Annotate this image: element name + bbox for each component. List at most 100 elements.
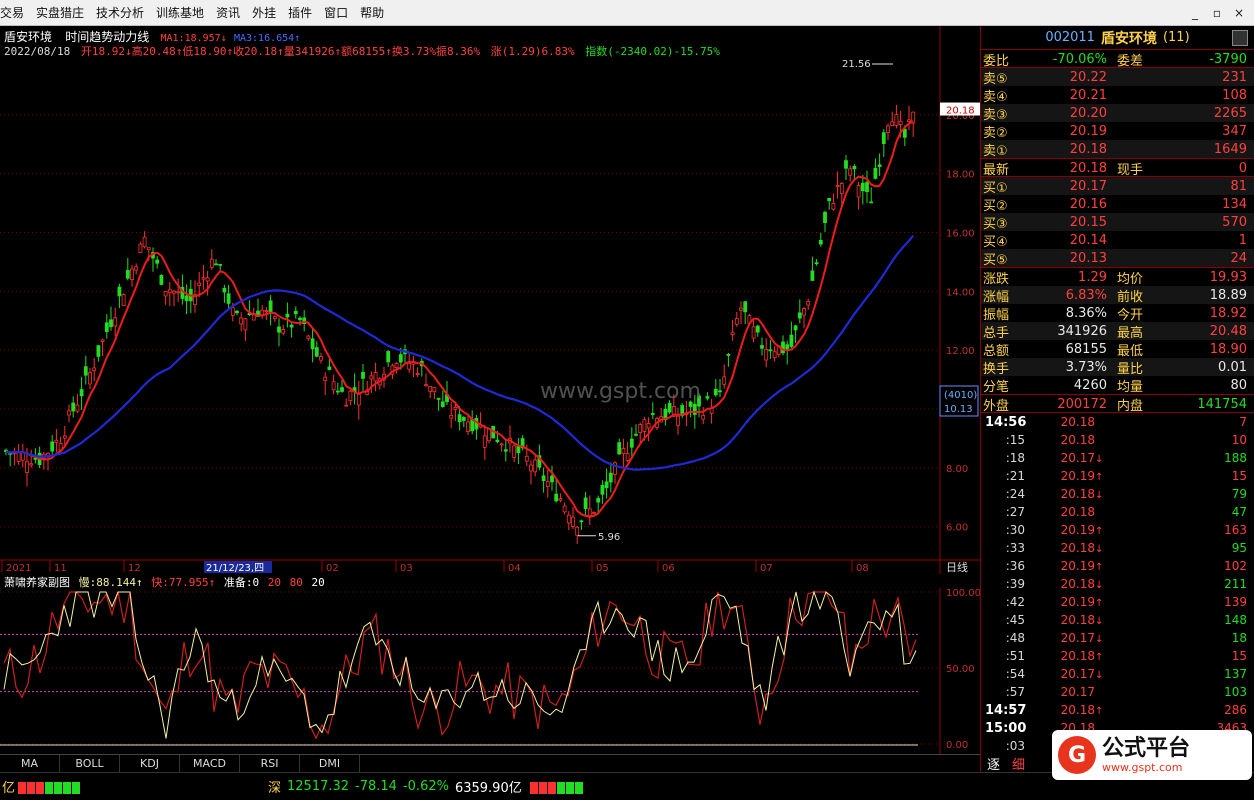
- sz-index-status[interactable]: 深 12517.32 -78.14 -0.62% 6359.90亿: [268, 777, 522, 796]
- tick-price: 20.18↓: [1029, 613, 1109, 627]
- candle-body: [562, 505, 567, 513]
- tick-volume: 286: [1224, 703, 1247, 717]
- candle-body: [130, 268, 134, 280]
- candle-body: [117, 286, 122, 297]
- candlestick-chart[interactable]: 20.0018.0016.0014.0012.0010.008.006.0021…: [0, 26, 980, 574]
- tick-direction-icon: ↑: [1095, 706, 1104, 717]
- menu-item[interactable]: 资讯: [210, 0, 246, 25]
- bid-level-row[interactable]: 买① 20.17 81: [981, 177, 1254, 196]
- candle-body: [340, 387, 344, 392]
- indicator-tab[interactable]: RSI: [240, 754, 300, 773]
- menu-item[interactable]: 训练基地: [150, 0, 210, 25]
- candle-body: [877, 164, 882, 168]
- tab-zhubi[interactable]: 逐: [981, 754, 1006, 773]
- tick-row: :33 20.18↓ 95: [981, 539, 1254, 557]
- breadth-bar: [556, 781, 565, 794]
- minimize-icon[interactable]: _: [1188, 6, 1202, 20]
- indicator-tab[interactable]: BOLL: [60, 754, 120, 773]
- candle-body: [281, 329, 286, 334]
- ask-level-row[interactable]: 卖③ 20.20 2265: [981, 104, 1254, 123]
- level-price: 20.14: [1069, 233, 1107, 248]
- tick-direction-icon: ↓: [1095, 544, 1104, 555]
- breadth-bar: [529, 781, 538, 794]
- panel-toggle-icon[interactable]: [1232, 30, 1248, 46]
- menu-item[interactable]: 技术分析: [90, 0, 150, 25]
- price-axis-label: 16.00: [946, 228, 975, 239]
- level-label: 买④: [983, 235, 1008, 250]
- indicator-tab[interactable]: KDJ: [120, 754, 180, 773]
- level-label: 买⑤: [983, 253, 1008, 268]
- stat-value: 8.36%: [1065, 306, 1107, 321]
- candle-body: [902, 128, 907, 138]
- candle-body: [50, 441, 55, 452]
- menu-item[interactable]: 交易: [0, 0, 30, 25]
- indicator-tab[interactable]: MACD: [180, 754, 240, 773]
- price-axis-label: 6.00: [946, 523, 968, 534]
- neipan-label: 内盘: [1117, 399, 1144, 414]
- breadth-bar: [574, 781, 583, 794]
- candle-body: [512, 445, 517, 458]
- candle-body: [75, 404, 80, 412]
- candle-body: [575, 526, 580, 536]
- restore-icon[interactable]: ▫: [1210, 6, 1224, 20]
- neipan-value: 141754: [1197, 397, 1247, 412]
- candle-body: [495, 439, 500, 443]
- candle-body: [734, 318, 739, 325]
- tick-price-value: 20.18: [1060, 487, 1095, 501]
- ask-level-row[interactable]: 卖② 20.19 347: [981, 122, 1254, 141]
- close-icon[interactable]: ×: [1232, 6, 1246, 20]
- indicator-tab[interactable]: MA: [0, 754, 60, 773]
- sub-axis-label: 0.00: [946, 740, 968, 751]
- tick-volume: 102: [1224, 559, 1247, 573]
- level-price: 20.19: [1069, 124, 1107, 139]
- tick-time: 14:56: [985, 414, 1027, 430]
- bid-level-row[interactable]: 买④ 20.14 1: [981, 231, 1254, 250]
- stat-label: 最低: [1117, 344, 1144, 359]
- index-label: 深: [268, 781, 282, 796]
- tick-row: :39 20.18↓ 211: [981, 575, 1254, 593]
- menu-item[interactable]: 外挂: [246, 0, 282, 25]
- stat-value: 68155: [1065, 342, 1107, 357]
- indicator-tab[interactable]: DMI: [300, 754, 360, 773]
- tick-row: :57 20.17 103: [981, 683, 1254, 701]
- candle-body: [369, 375, 374, 380]
- bid-level-row[interactable]: 买⑤ 20.13 24: [981, 249, 1254, 268]
- tick-price-value: 20.18: [1060, 415, 1095, 429]
- tab-mingxi[interactable]: 细: [1006, 754, 1031, 773]
- chart-area[interactable]: 盾安环境 时间趋势动力线 MA1:18.957↓ MA3:16.654↑ 202…: [0, 26, 980, 754]
- ask-level-row[interactable]: 卖④ 20.21 108: [981, 86, 1254, 105]
- menu-item[interactable]: 窗口: [318, 0, 354, 25]
- candle-body: [583, 497, 588, 510]
- level-volume: 81: [1230, 179, 1247, 194]
- candle-body: [713, 388, 718, 396]
- candle-body: [676, 415, 680, 426]
- stat-label: 均价: [1117, 272, 1144, 287]
- oscillator-chart[interactable]: 100.00 50.00 0.00: [0, 588, 980, 754]
- candle-body: [134, 266, 139, 271]
- candle-body: [629, 438, 634, 448]
- menu-item[interactable]: 实盘猎庄: [30, 0, 90, 25]
- candle-body: [856, 185, 861, 198]
- candle-body: [781, 341, 785, 354]
- menu-item[interactable]: 插件: [282, 0, 318, 25]
- bid-level-row[interactable]: 买② 20.16 134: [981, 195, 1254, 214]
- ask-level-row[interactable]: 卖① 20.18 1649: [981, 140, 1254, 159]
- candle-body: [730, 331, 735, 335]
- candle-body: [638, 424, 643, 433]
- candle-body: [243, 318, 248, 331]
- stat-value: 3.73%: [1065, 360, 1107, 375]
- bid-level-row[interactable]: 买③ 20.15 570: [981, 213, 1254, 232]
- menu-item[interactable]: 帮助: [354, 0, 390, 25]
- candle-body: [802, 308, 806, 316]
- level-label: 卖⑤: [983, 72, 1008, 87]
- xianshou-label: 现手: [1117, 163, 1144, 178]
- breadth-bar: [72, 781, 80, 794]
- candle-body: [499, 443, 504, 446]
- breadth-bar: [54, 781, 62, 794]
- candle-body: [92, 367, 97, 371]
- candle-body: [827, 197, 832, 202]
- candle-body: [571, 516, 575, 527]
- ask-level-row[interactable]: 卖⑤ 20.22 231: [981, 68, 1254, 87]
- tick-time: :54: [1005, 667, 1025, 681]
- tick-list[interactable]: 14:56 20.18 7:15 20.18 10:18 20.17↓ 188:21 20.1…: [981, 413, 1254, 755]
